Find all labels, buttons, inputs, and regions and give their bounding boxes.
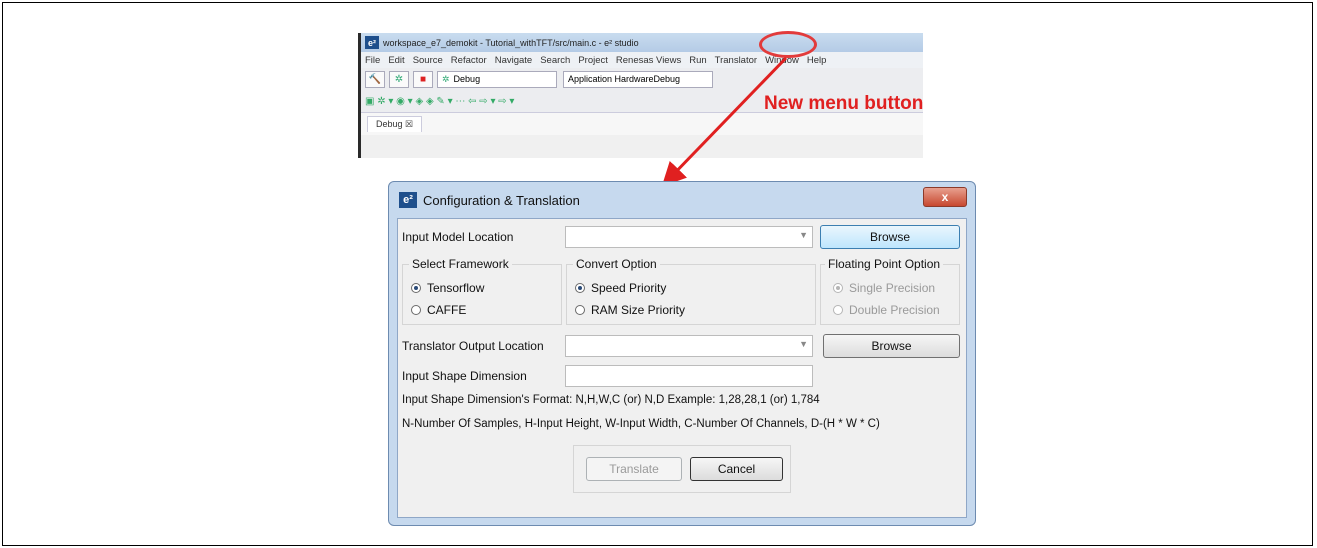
dialog-title: Configuration & Translation [423,192,580,208]
radio-double-precision: Double Precision [833,303,940,317]
radio-label: RAM Size Priority [591,303,686,317]
radio-speed-priority[interactable]: Speed Priority [575,281,666,295]
chevron-down-icon: ▼ [799,230,808,240]
close-button[interactable]: x [923,187,967,207]
format-help-text: Input Shape Dimension's Format: N,H,W,C … [402,394,820,406]
radio-indicator [411,305,421,315]
cancel-button[interactable]: Cancel [690,457,783,481]
radio-label: CAFFE [427,303,467,317]
radio-label: Double Precision [849,303,940,317]
radio-label: Speed Priority [591,281,667,295]
dialog-title-bar: e² Configuration & Translation [389,182,975,218]
e2-studio-logo: e² [399,192,417,208]
radio-indicator [575,283,585,293]
radio-tensorflow[interactable]: Tensorflow [411,281,484,295]
shape-dimension-input[interactable] [565,365,813,387]
radio-indicator [411,283,421,293]
config-translation-dialog: e² Configuration & Translation x Input M… [388,181,976,526]
radio-caffe[interactable]: CAFFE [411,303,466,317]
radio-indicator [833,305,843,315]
output-location-combo[interactable]: ▼ [565,335,813,357]
legend-help-text: N-Number Of Samples, H-Input Height, W-I… [402,418,880,430]
radio-single-precision: Single Precision [833,281,935,295]
radio-indicator [833,283,843,293]
framework-group: Select Framework Tensorflow CAFFE [402,257,562,325]
output-location-label: Translator Output Location [402,339,544,353]
shape-dimension-label: Input Shape Dimension [402,369,527,383]
input-model-label: Input Model Location [402,230,514,244]
browse-output-button[interactable]: Browse [823,334,960,358]
radio-label: Tensorflow [427,281,485,295]
convert-title: Convert Option [573,257,660,271]
dialog-body: Input Model Location ▼ Browse Select Fra… [397,218,967,518]
radio-indicator [575,305,585,315]
radio-ram-size-priority[interactable]: RAM Size Priority [575,303,685,317]
floating-point-group: Floating Point Option Single Precision D… [820,257,960,325]
browse-model-button[interactable]: Browse [820,225,960,249]
framework-title: Select Framework [409,257,512,271]
input-model-combo[interactable]: ▼ [565,226,813,248]
translate-button: Translate [586,457,682,481]
convert-option-group: Convert Option Speed Priority RAM Size P… [566,257,816,325]
action-button-panel: Translate Cancel [573,445,791,493]
float-title: Floating Point Option [825,257,944,271]
chevron-down-icon: ▼ [799,339,808,349]
radio-label: Single Precision [849,281,936,295]
